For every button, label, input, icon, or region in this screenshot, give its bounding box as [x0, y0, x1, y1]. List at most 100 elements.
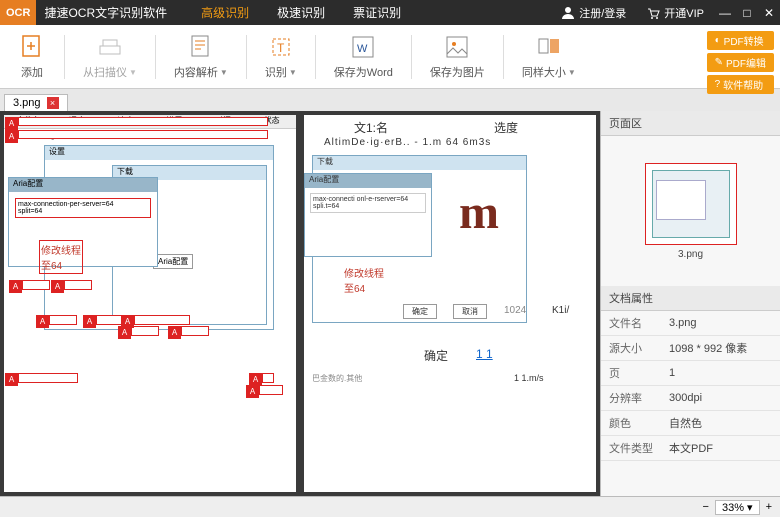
table-row: 颜色自然色	[601, 411, 780, 436]
cart-icon	[646, 6, 660, 20]
page-thumbnail[interactable]	[645, 163, 737, 245]
save-image-icon	[443, 33, 471, 61]
r-11: 1 1	[476, 347, 493, 361]
toolbar-scanner[interactable]: 从扫描仪▼	[65, 25, 155, 89]
app-logo: OCR	[0, 0, 36, 25]
file-tab[interactable]: 3.png ×	[4, 94, 68, 111]
attr-v-5: 本文PDF	[661, 436, 780, 461]
app-name: 捷速OCR文字识别软件	[44, 4, 167, 21]
r-1024: 1024	[504, 305, 526, 316]
r-aria-body: max-connecti onl-e-rserver=64 spli.t=64	[310, 193, 426, 213]
doc-attr-table: 文件名3.png 源大小1098 * 992 像素 页1 分辨率300dpi 颜…	[601, 311, 780, 461]
user-icon	[561, 6, 575, 20]
dlg-download-title: 下载	[113, 167, 133, 176]
zoom-label: 33%	[722, 502, 744, 514]
tab-advanced[interactable]: 高级识别	[187, 0, 263, 25]
toolbar-save-image-label: 保存为图片	[430, 64, 485, 80]
r-k1i: K1i/	[552, 305, 569, 316]
pill-help-label: 软件帮助	[723, 77, 763, 92]
tab-fast[interactable]: 极速识别	[263, 0, 339, 25]
mode-tabs: 高级识别 极速识别 票证识别	[187, 0, 415, 25]
attr-v-2: 1	[661, 361, 780, 386]
r-bottomval: 1 1.m/s	[514, 373, 544, 383]
vip-label: 开通VIP	[664, 5, 704, 21]
r-bottom: 巴金数的.其他	[312, 373, 362, 384]
save-word-icon: W	[349, 33, 377, 61]
thumb-caption: 3.png	[678, 249, 703, 260]
workarea: 文件名 通度 速度 进展 时间 状态 A Altium Designer 8 1…	[0, 111, 780, 496]
svg-text:T: T	[277, 41, 285, 55]
attr-k-1: 源大小	[601, 336, 661, 361]
toolbar: 添加 从扫描仪▼ 内容解析▼ T 识别▼ W 保存为Word 保存为图片 同样大…	[0, 25, 780, 89]
pill-help[interactable]: ?软件帮助	[707, 75, 774, 94]
add-file-icon	[18, 33, 46, 61]
side-panel: 页面区 3.png 文档属性 文件名3.png 源大小1098 * 992 像素…	[600, 111, 780, 496]
minimize-button[interactable]: —	[714, 6, 736, 20]
attr-k-0: 文件名	[601, 311, 661, 336]
source-pane[interactable]: 文件名 通度 速度 进展 时间 状态 A Altium Designer 8 1…	[4, 115, 296, 492]
toolbar-same-size-label: 同样大小	[522, 64, 566, 80]
r-confirm: 确定	[424, 347, 448, 364]
toolbar-recognize[interactable]: T 识别▼	[247, 25, 315, 89]
r-title: 文1:名	[354, 119, 388, 136]
zoom-in-button[interactable]: +	[766, 501, 772, 513]
scanner-icon	[96, 33, 124, 61]
attr-k-4: 颜色	[601, 411, 661, 436]
thumb-area[interactable]: 3.png	[601, 136, 780, 286]
dlg-settings-title: 设置	[45, 147, 65, 156]
attr-k-5: 文件类型	[601, 436, 661, 461]
titlebar: OCR 捷速OCR文字识别软件 高级识别 极速识别 票证识别 注册/登录 开通V…	[0, 0, 780, 25]
attr-v-1: 1098 * 992 像素	[661, 336, 780, 361]
table-row: 分辨率300dpi	[601, 386, 780, 411]
aria-body: max-connection-per-server=64 split=64	[15, 198, 151, 218]
r-cancel: 取消	[453, 304, 487, 319]
toolbar-save-word-label: 保存为Word	[334, 64, 393, 80]
same-size-icon	[535, 33, 563, 61]
pill-pdf-edit-label: PDF编辑	[726, 55, 766, 70]
pill-pdf-convert-label: PDF转换	[724, 33, 764, 48]
toolbar-parse[interactable]: 内容解析▼	[156, 25, 246, 89]
attr-v-3: 300dpi	[661, 386, 780, 411]
attr-v-4: 自然色	[661, 411, 780, 436]
file-tabstrip: 3.png ×	[0, 89, 780, 111]
r-title2: 选度	[494, 119, 518, 136]
toolbar-add-label: 添加	[21, 64, 43, 80]
r-redtext: 修改线程 至64	[344, 265, 384, 295]
toolbar-recognize-label: 识别	[265, 64, 287, 80]
close-button[interactable]: ✕	[758, 6, 780, 20]
recognize-icon: T	[267, 33, 295, 61]
r-subrow: AltimDe·ig·erB.. - 1.m 64 6m3s	[324, 137, 491, 148]
table-row: 源大小1098 * 992 像素	[601, 336, 780, 361]
result-pane[interactable]: 文1:名 选度 AltimDe·ig·erB.. - 1.m 64 6m3s 下…	[304, 115, 596, 492]
statusbar: − 33% ▾ +	[0, 496, 780, 517]
window-controls: — □ ✕	[714, 6, 780, 20]
table-row: 页1	[601, 361, 780, 386]
red-text-left: 修改线程 至64	[39, 240, 83, 274]
pill-pdf-convert[interactable]: ◐PDF转换	[707, 31, 774, 50]
auth-button[interactable]: 注册/登录	[551, 5, 636, 21]
side-docattr-hdr: 文档属性	[601, 286, 780, 311]
parse-icon	[187, 33, 215, 61]
r-aria-title: Aria配置	[305, 175, 339, 184]
editor-columns: 文件名 通度 速度 进展 时间 状态 A Altium Designer 8 1…	[0, 111, 600, 496]
maximize-button[interactable]: □	[736, 6, 758, 20]
r-m: m	[459, 185, 499, 240]
toolbar-right: ◐PDF转换 ✎PDF编辑 ?软件帮助	[707, 31, 774, 94]
aria-btn: Aria配置	[153, 254, 193, 269]
toolbar-add[interactable]: 添加	[0, 25, 64, 89]
pill-pdf-edit[interactable]: ✎PDF编辑	[707, 53, 774, 72]
tab-invoice[interactable]: 票证识别	[339, 0, 415, 25]
vip-button[interactable]: 开通VIP	[636, 5, 714, 21]
dlg-aria-title: Aria配置	[9, 179, 43, 188]
toolbar-same-size[interactable]: 同样大小▼	[504, 25, 594, 89]
r-ok: 确定	[403, 304, 437, 319]
auth-label: 注册/登录	[579, 5, 626, 21]
table-row: 文件名3.png	[601, 311, 780, 336]
zoom-value[interactable]: 33% ▾	[715, 500, 760, 515]
attr-k-2: 页	[601, 361, 661, 386]
toolbar-save-image[interactable]: 保存为图片	[412, 25, 503, 89]
zoom-out-button[interactable]: −	[703, 501, 709, 513]
file-tab-close[interactable]: ×	[47, 97, 59, 109]
side-pagearea-hdr: 页面区	[601, 111, 780, 136]
toolbar-save-word[interactable]: W 保存为Word	[316, 25, 411, 89]
